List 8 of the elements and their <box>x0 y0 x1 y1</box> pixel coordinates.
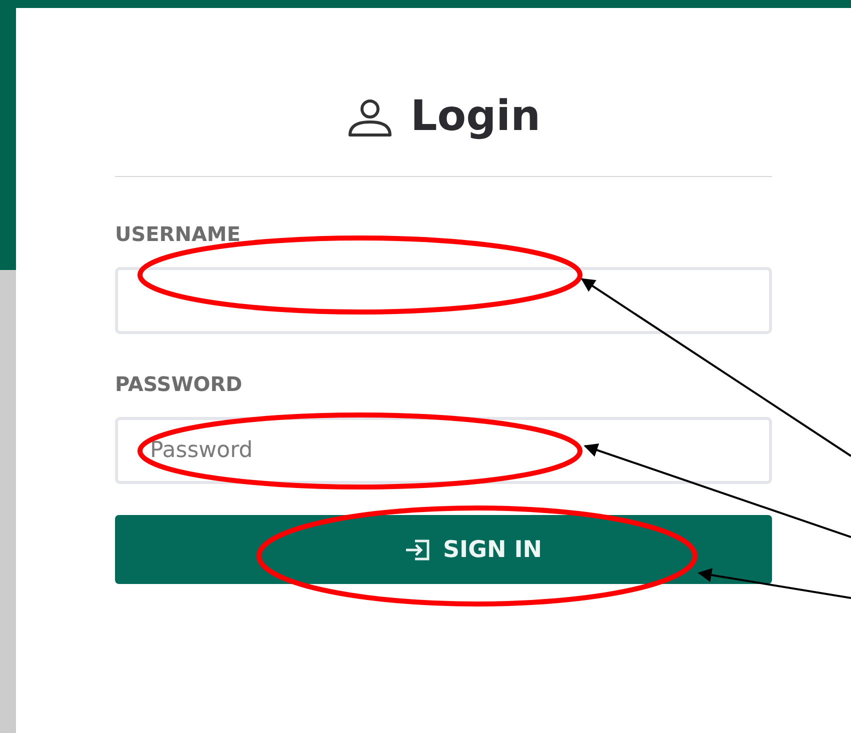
sign-in-icon <box>404 538 431 560</box>
sign-in-button[interactable]: SIGN IN <box>115 515 772 584</box>
field-label: PASSWORD <box>115 371 242 397</box>
field-label: USERNAME <box>115 221 240 247</box>
login-title: Login <box>410 90 540 142</box>
input-field[interactable]: Password <box>115 417 772 484</box>
user-icon <box>346 98 392 138</box>
input-field[interactable] <box>115 267 772 334</box>
